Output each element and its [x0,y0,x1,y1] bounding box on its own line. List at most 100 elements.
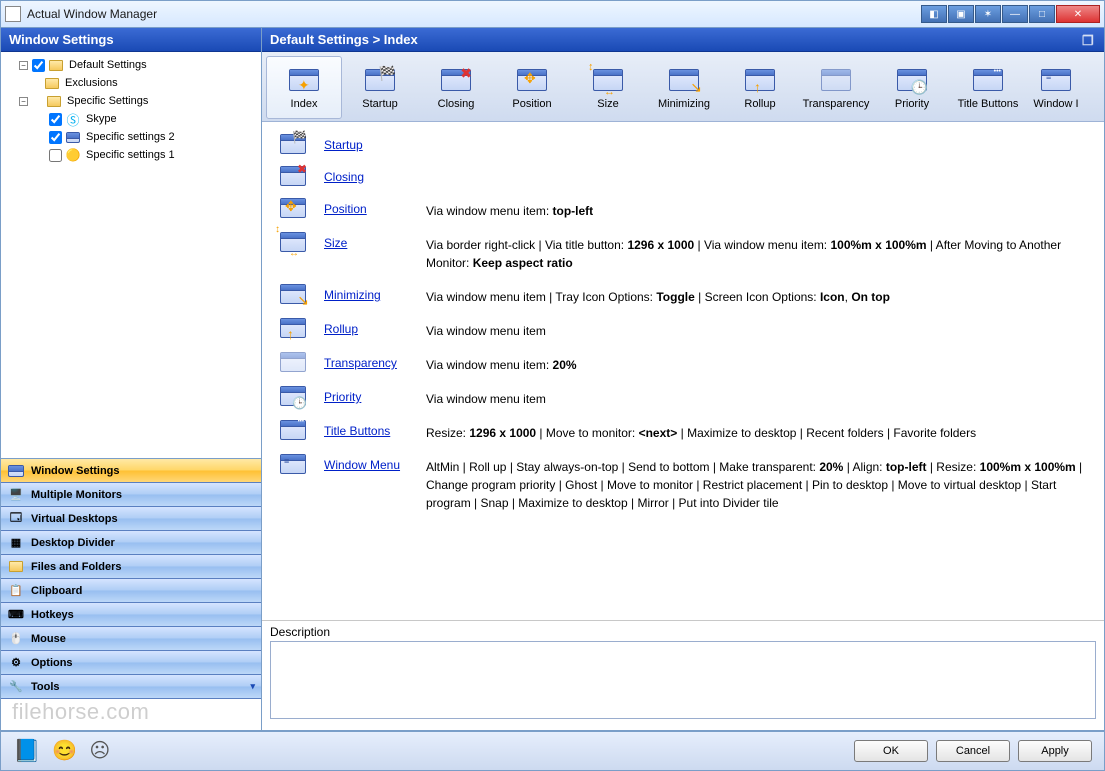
tool-transparency[interactable]: Transparency [798,56,874,119]
tool-rollup[interactable]: ↑ Rollup [722,56,798,119]
cat-hotkeys[interactable]: ⌨ Hotkeys [1,603,261,627]
idx-closing: ✖ Closing [272,166,1094,186]
tool-label: Startup [362,98,397,110]
link-windowmenu[interactable]: Window Menu [324,458,400,472]
cat-window-settings[interactable]: Window Settings [1,459,261,483]
cat-options[interactable]: ⚙ Options [1,651,261,675]
startup-icon: 🏁 [364,66,396,94]
cat-files-folders[interactable]: Files and Folders [1,555,261,579]
cat-tools[interactable]: 🔧 Tools ▾ [1,675,261,699]
tree-label: Specific settings 1 [84,149,177,161]
minimize-button[interactable]: — [1002,5,1028,23]
position-icon: ✥ [280,198,306,218]
apply-button[interactable]: Apply [1018,740,1092,762]
size-icon: ↕↔ [592,66,624,94]
tool-label: Closing [438,98,475,110]
collapse-icon[interactable]: − [19,61,28,70]
tree-check[interactable] [49,113,62,126]
cat-clipboard[interactable]: 📋 Clipboard [1,579,261,603]
extra-btn-2[interactable]: ▣ [948,5,974,23]
tree-item-spec2[interactable]: Specific settings 2 [3,128,259,146]
cat-label: Desktop Divider [31,537,115,549]
tree-item-exclusions[interactable]: Exclusions [3,74,259,92]
idx-startup: 🏁 Startup [272,134,1094,154]
tree-item-spec1[interactable]: 🟡 Specific settings 1 [3,146,259,164]
link-titlebuttons[interactable]: Title Buttons [324,424,390,438]
feedback-icon[interactable]: 😊 [52,738,77,764]
ok-button[interactable]: OK [854,740,928,762]
tool-label: Position [512,98,551,110]
window-icon [65,129,81,145]
idx-position: ✥ Position Via window menu item: top-lef… [272,198,1094,220]
desc-transparency: Via window menu item: 20% [426,352,1094,374]
tool-index[interactable]: ✦ Index [266,56,342,119]
position-icon: ✥ [516,66,548,94]
tool-title-buttons[interactable]: ••• Title Buttons [950,56,1026,119]
tool-closing[interactable]: ✖ Closing [418,56,494,119]
cancel-button[interactable]: Cancel [936,740,1010,762]
mouse-icon: 🖱️ [7,631,25,647]
tree-item-skype[interactable]: Ⓢ Skype [3,110,259,128]
category-list: Window Settings 🖥️ Multiple Monitors 🗔 V… [1,458,261,699]
tree-check[interactable] [49,131,62,144]
divider-icon: ▦ [7,535,25,551]
breadcrumb: Default Settings > Index [270,32,418,47]
tree-check[interactable] [49,149,62,162]
tool-label: Title Buttons [958,98,1019,110]
feedback-sad-icon[interactable]: ☹ [89,738,110,764]
tree-check[interactable] [32,59,45,72]
tool-priority[interactable]: 🕒 Priority [874,56,950,119]
folder-icon [46,93,62,109]
cat-multiple-monitors[interactable]: 🖥️ Multiple Monitors [1,483,261,507]
tool-label: Priority [895,98,929,110]
link-minimizing[interactable]: Minimizing [324,288,381,302]
tool-position[interactable]: ✥ Position [494,56,570,119]
collapse-icon[interactable]: − [19,97,28,106]
cat-desktop-divider[interactable]: ▦ Desktop Divider [1,531,261,555]
help-icon[interactable]: 📘 [13,738,40,764]
tree-label: Default Settings [67,59,149,71]
link-priority[interactable]: Priority [324,390,361,404]
link-transparency[interactable]: Transparency [324,356,397,370]
sidebar: Window Settings − Default Settings Exclu… [1,28,262,730]
cat-label: Options [31,657,73,669]
desc-windowmenu: AltMin | Roll up | Stay always-on-top | … [426,454,1094,512]
size-icon: ↕↔ [280,232,306,252]
tool-minimizing[interactable]: ↘ Minimizing [646,56,722,119]
description-input[interactable] [270,641,1096,719]
link-position[interactable]: Position [324,202,367,216]
monitors-icon: 🖥️ [7,487,25,503]
description-section: Description [262,620,1104,730]
skype-icon: Ⓢ [65,111,81,127]
cat-label: Multiple Monitors [31,489,122,501]
tool-size[interactable]: ↕↔ Size [570,56,646,119]
tool-window-menu[interactable]: ≡ Window I [1026,56,1086,119]
closing-icon: ✖ [280,166,306,186]
cat-virtual-desktops[interactable]: 🗔 Virtual Desktops [1,507,261,531]
link-startup[interactable]: Startup [324,138,363,152]
copy-icon[interactable]: ❐ [1082,33,1096,47]
clipboard-icon: 📋 [7,583,25,599]
desc-position: Via window menu item: top-left [426,198,1094,220]
extra-btn-1[interactable]: ◧ [921,5,947,23]
close-button[interactable]: ✕ [1056,5,1100,23]
maximize-button[interactable]: □ [1029,5,1055,23]
link-closing[interactable]: Closing [324,170,364,184]
tree-item-default[interactable]: − Default Settings [3,56,259,74]
cat-mouse[interactable]: 🖱️ Mouse [1,627,261,651]
tool-startup[interactable]: 🏁 Startup [342,56,418,119]
breadcrumb-header: Default Settings > Index ❐ [262,28,1104,52]
tool-label: Size [597,98,618,110]
idx-titlebuttons: ••• Title Buttons Resize: 1296 x 1000 | … [272,420,1094,442]
link-size[interactable]: Size [324,236,347,250]
extra-btn-3[interactable]: ✶ [975,5,1001,23]
tree-item-specific[interactable]: − Specific Settings [3,92,259,110]
cat-label: Mouse [31,633,66,645]
tools-icon: 🔧 [7,679,25,695]
link-rollup[interactable]: Rollup [324,322,358,336]
window-menu-icon: ≡ [1040,66,1072,94]
priority-icon: 🕒 [280,386,306,406]
tree-label: Specific settings 2 [84,131,177,143]
settings-tree[interactable]: − Default Settings Exclusions − Specific… [1,52,261,458]
window-title: Actual Window Manager [27,7,920,21]
